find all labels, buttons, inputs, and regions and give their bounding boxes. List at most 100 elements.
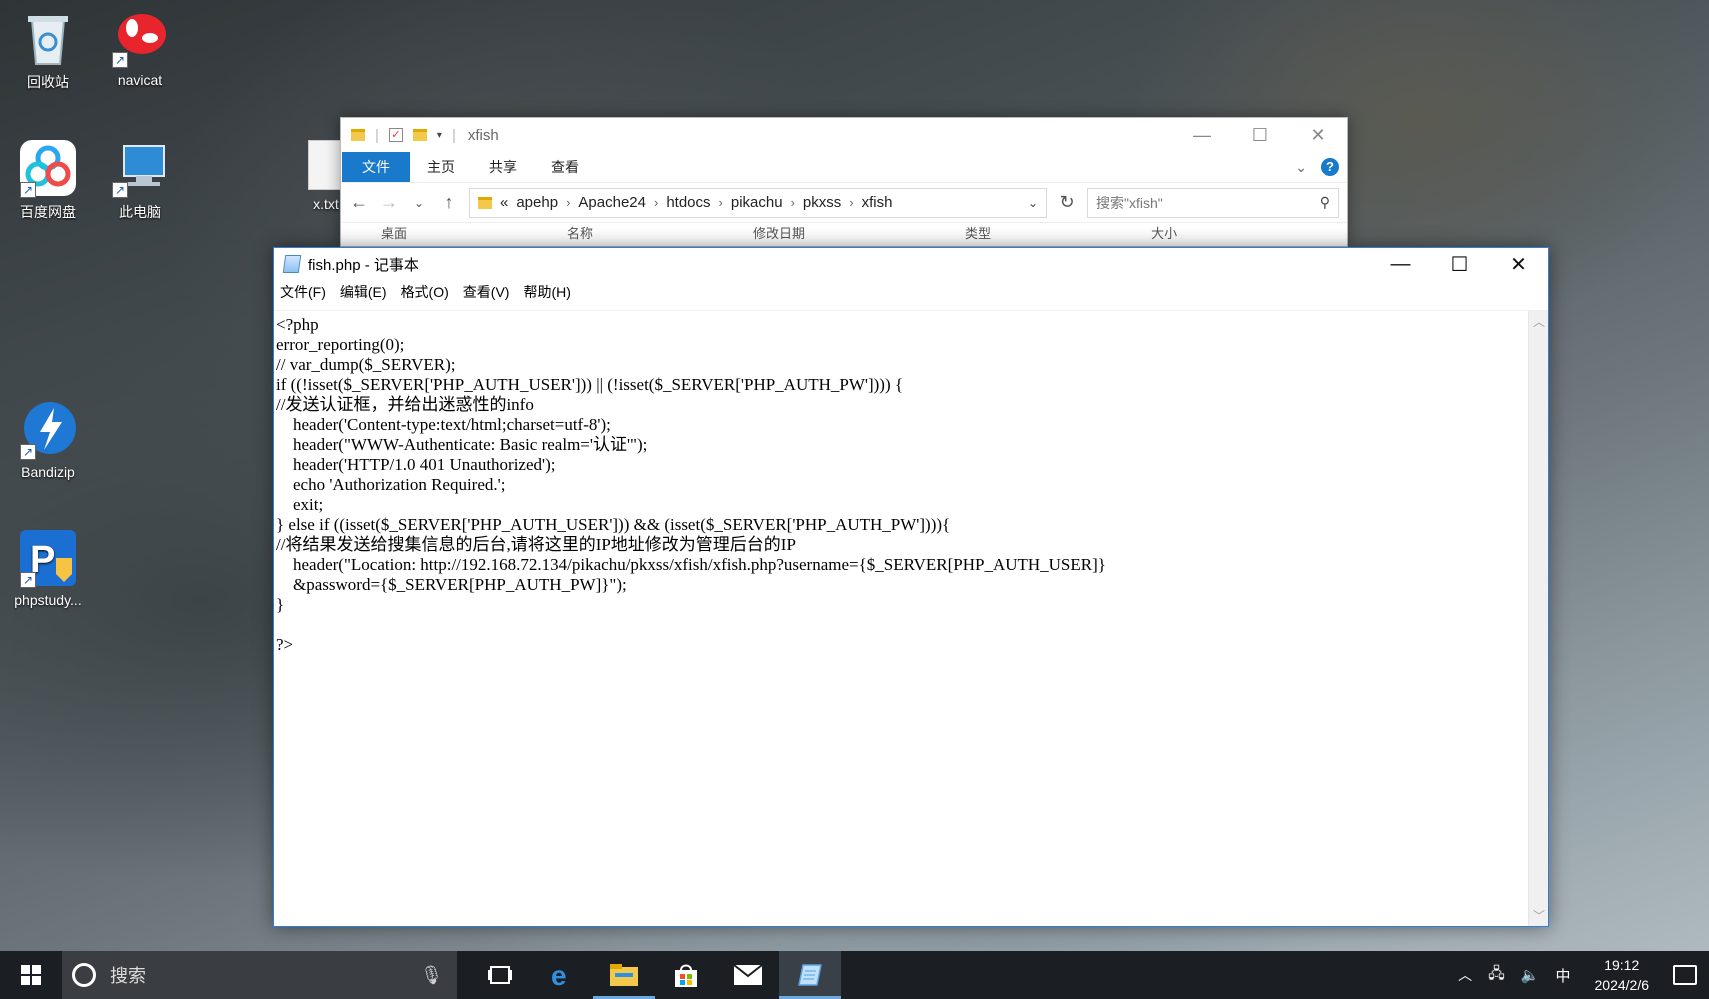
properties-icon[interactable]: ✓: [388, 128, 403, 142]
scroll-up-icon[interactable]: ︿: [1529, 313, 1549, 330]
customize-toolbar-icon[interactable]: ▾: [437, 130, 442, 141]
chevron-right-icon: ›: [653, 195, 659, 210]
input-method-indicator[interactable]: 中: [1555, 965, 1570, 986]
desktop-icon-label: 百度网盘: [20, 204, 76, 220]
help-icon[interactable]: ?: [1321, 158, 1339, 176]
menu-file[interactable]: 文件(F): [280, 282, 326, 302]
toolbar-divider: |: [451, 126, 456, 144]
desktop-icon-bandizip[interactable]: ↗ Bandizip: [3, 400, 93, 480]
navicat-icon: ↗: [110, 8, 170, 68]
desktop-icon-label: phpstudy...: [14, 592, 82, 608]
back-arrow-icon[interactable]: ←: [349, 192, 369, 213]
desktop-icon-label: Bandizip: [21, 464, 75, 480]
ribbon-tab-file[interactable]: 文件: [342, 152, 410, 182]
start-button[interactable]: [0, 951, 62, 999]
ribbon-tab-share[interactable]: 共享: [472, 152, 534, 182]
taskbar-app-file-explorer[interactable]: [593, 951, 655, 999]
menu-edit[interactable]: 编辑(E): [340, 282, 387, 302]
explorer-file-list-header: 桌面 名称 修改日期 类型 大小: [341, 222, 1347, 248]
search-icon: ⚲: [1319, 194, 1330, 210]
up-arrow-icon[interactable]: ↑: [439, 192, 459, 213]
notepad-titlebar[interactable]: fish.php - 记事本 — ☐ ✕: [274, 248, 1548, 280]
breadcrumb-item[interactable]: Apache24: [578, 194, 646, 211]
explorer-titlebar[interactable]: | ✓ ▾ | xfish — ☐ ✕: [341, 118, 1347, 152]
desktop-icon-navicat[interactable]: ↗ navicat: [95, 8, 185, 88]
column-header-date[interactable]: 修改日期: [753, 223, 805, 248]
explorer-title: xfish: [467, 126, 499, 144]
taskbar-app-edge[interactable]: e: [531, 951, 593, 999]
menu-view[interactable]: 查看(V): [463, 282, 510, 302]
cortana-icon: [72, 963, 96, 987]
recycle-bin-icon: [18, 8, 78, 68]
recent-locations-icon[interactable]: ⌄: [409, 196, 429, 210]
clock-date: 2024/2/6: [1594, 977, 1650, 993]
desktop-icon-label: 回收站: [27, 74, 69, 90]
baidu-netdisk-icon: ↗: [18, 138, 78, 198]
vertical-scrollbar[interactable]: ︿ ﹀: [1528, 311, 1548, 926]
column-header-type[interactable]: 类型: [965, 223, 991, 248]
new-folder-icon[interactable]: [412, 129, 427, 141]
quick-access-toolbar: | ✓ ▾ |: [351, 127, 456, 144]
minimize-button[interactable]: —: [1173, 125, 1231, 146]
clock-time: 19:12: [1604, 957, 1640, 973]
notepad-icon: [798, 964, 822, 986]
explorer-window[interactable]: | ✓ ▾ | xfish — ☐ ✕ 文件 主页 共享 查看 ⌄ ? ← → …: [340, 117, 1348, 247]
windows-logo-icon: [21, 965, 41, 985]
refresh-icon[interactable]: ↻: [1057, 192, 1077, 213]
ribbon-tab-view[interactable]: 查看: [534, 152, 596, 182]
breadcrumb-item[interactable]: htdocs: [666, 194, 710, 211]
taskbar: 搜索 🎙 e ︿ 🖧 🔈 中 19:12 2024/2/6: [0, 951, 1709, 999]
desktop-icon-label: navicat: [117, 72, 163, 88]
taskbar-apps: e: [469, 951, 841, 999]
volume-icon[interactable]: 🔈: [1521, 966, 1540, 984]
breadcrumb-item[interactable]: xfish: [862, 194, 893, 211]
maximize-button[interactable]: ☐: [1430, 248, 1489, 280]
notepad-text-area[interactable]: <?php error_reporting(0); // var_dump($_…: [276, 315, 1528, 926]
task-view-button[interactable]: [469, 951, 531, 999]
desktop-icon-recycle-bin[interactable]: 回收站: [3, 8, 93, 92]
action-center-icon[interactable]: [1673, 965, 1697, 985]
scroll-down-icon[interactable]: ﹀: [1529, 907, 1549, 924]
explorer-search-input[interactable]: 搜索"xfish" ⚲: [1087, 187, 1339, 218]
maximize-button[interactable]: ☐: [1231, 125, 1289, 146]
taskbar-app-store[interactable]: [655, 951, 717, 999]
explorer-address-row: ← → ⌄ ↑ « apehp › Apache24 › htdocs › pikac…: [341, 182, 1347, 222]
taskbar-clock[interactable]: 19:12 2024/2/6: [1595, 955, 1650, 995]
notepad-title: fish.php - 记事本: [308, 256, 419, 274]
forward-arrow-icon[interactable]: →: [379, 192, 399, 213]
nav-pane-item-desktop[interactable]: 桌面: [381, 223, 407, 248]
minimize-button[interactable]: —: [1371, 248, 1430, 280]
breadcrumb-item[interactable]: pkxss: [803, 194, 841, 211]
menu-help[interactable]: 帮助(H): [523, 282, 570, 302]
breadcrumb-overflow[interactable]: «: [500, 194, 508, 211]
search-placeholder: 搜索"xfish": [1096, 194, 1163, 211]
explorer-ribbon: 文件 主页 共享 查看 ⌄ ?: [341, 152, 1347, 182]
store-icon: [675, 964, 697, 987]
ribbon-tab-home[interactable]: 主页: [410, 152, 472, 182]
notepad-window[interactable]: fish.php - 记事本 — ☐ ✕ 文件(F) 编辑(E) 格式(O) 查…: [273, 247, 1549, 927]
desktop-icon-baidu-netdisk[interactable]: ↗ 百度网盘: [3, 138, 93, 222]
column-header-size[interactable]: 大小: [1151, 223, 1177, 248]
taskbar-app-notepad[interactable]: [779, 951, 841, 999]
microphone-icon[interactable]: 🎙: [420, 965, 443, 986]
breadcrumb-item[interactable]: pikachu: [731, 194, 783, 211]
desktop-icon-phpstudy[interactable]: P ↗ phpstudy...: [3, 528, 93, 608]
network-icon[interactable]: 🖧: [1488, 963, 1505, 988]
taskbar-search-box[interactable]: 搜索 🎙: [62, 951, 457, 999]
shortcut-arrow-icon: ↗: [20, 444, 36, 460]
close-button[interactable]: ✕: [1489, 248, 1548, 280]
address-bar[interactable]: « apehp › Apache24 › htdocs › pikachu › pkxs…: [469, 187, 1047, 218]
taskbar-app-mail[interactable]: [717, 951, 779, 999]
this-pc-icon: ↗: [110, 138, 170, 198]
breadcrumb-item[interactable]: apehp: [516, 194, 558, 211]
column-header-name[interactable]: 名称: [567, 223, 593, 248]
expand-ribbon-icon[interactable]: ⌄: [1295, 159, 1307, 176]
close-button[interactable]: ✕: [1289, 125, 1347, 146]
explorer-window-controls: — ☐ ✕: [1173, 125, 1347, 146]
menu-format[interactable]: 格式(O): [401, 282, 449, 302]
address-dropdown-icon[interactable]: ⌄: [1028, 196, 1038, 210]
desktop-icon-this-pc[interactable]: ↗ 此电脑: [95, 138, 185, 222]
notepad-menubar: 文件(F) 编辑(E) 格式(O) 查看(V) 帮助(H): [274, 280, 1548, 304]
svg-text:e: e: [551, 961, 567, 989]
show-hidden-icons-icon[interactable]: ︿: [1458, 965, 1472, 985]
